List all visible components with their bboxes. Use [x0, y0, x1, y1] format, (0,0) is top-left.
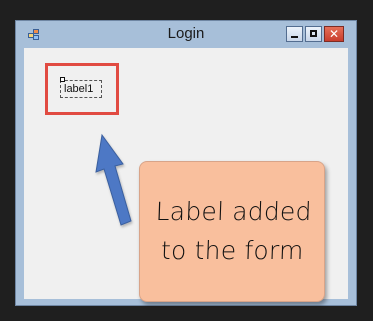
label1-control[interactable]: label1: [60, 77, 102, 98]
minimize-button[interactable]: [286, 26, 303, 42]
maximize-button[interactable]: [305, 26, 322, 42]
arrow-up-left-icon: [95, 133, 132, 226]
form-client-area: label1 Label added to the form: [24, 48, 348, 302]
close-icon: ✕: [328, 27, 340, 41]
annotation-callout: Label added to the form: [139, 161, 325, 302]
title-bar[interactable]: Login ✕: [16, 21, 356, 47]
close-button[interactable]: ✕: [324, 26, 344, 42]
minimize-icon: [287, 27, 302, 41]
maximize-icon: [306, 27, 321, 41]
login-window: Login ✕ label1 Label added to the form: [15, 20, 357, 306]
annotation-text: Label added to the form: [155, 197, 313, 265]
label1-text: label1: [64, 83, 94, 95]
